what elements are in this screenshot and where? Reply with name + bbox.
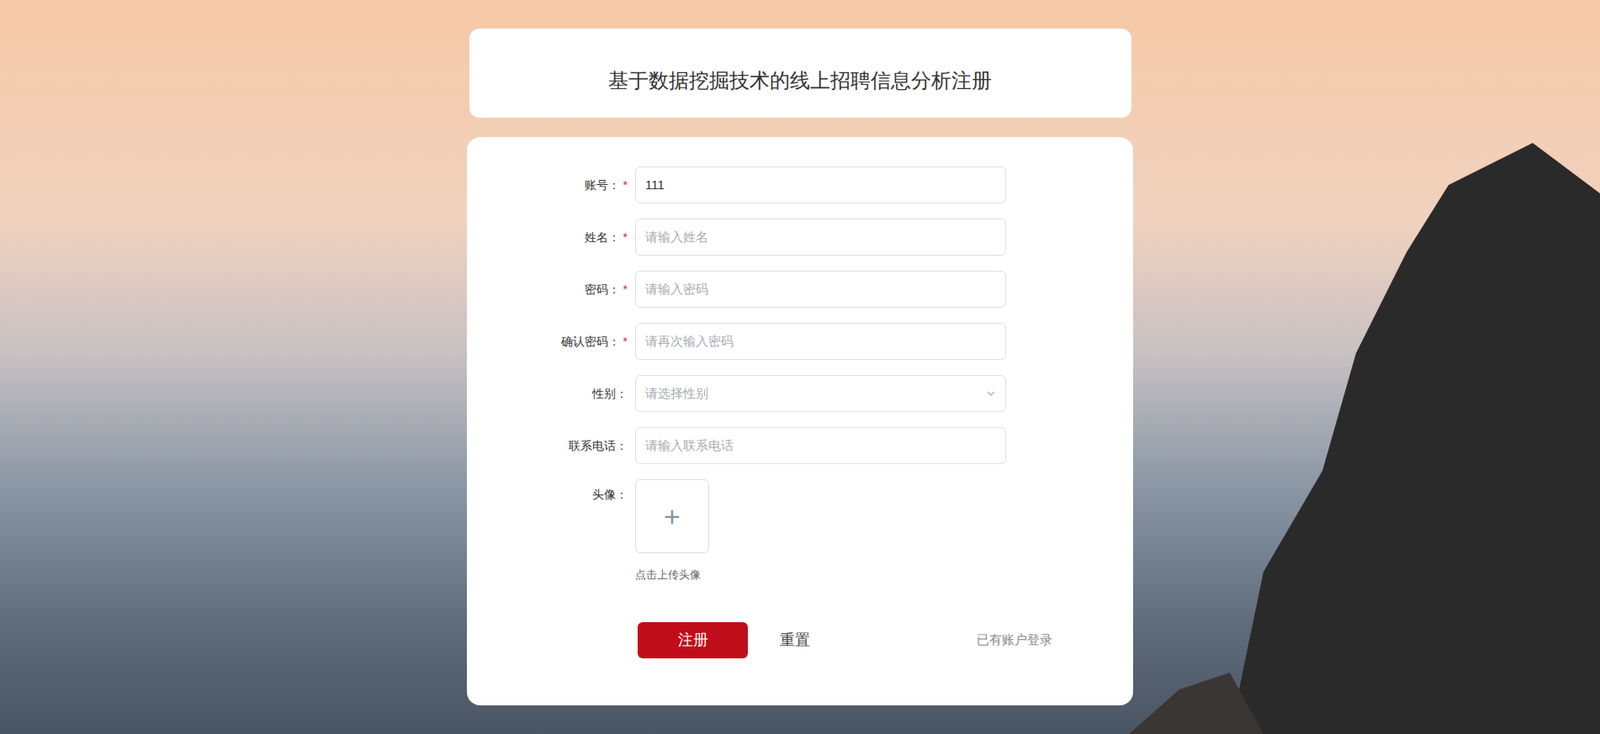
- field-label: 联系电话：: [466, 437, 636, 456]
- form-row: 确认密码：*: [466, 323, 1134, 361]
- field-label: 密码：*: [466, 280, 636, 299]
- text-input[interactable]: [635, 166, 1007, 204]
- avatar-upload[interactable]: +: [635, 479, 710, 554]
- page-title: 基于数据挖掘技术的线上招聘信息分析注册: [608, 65, 992, 96]
- field-label: 性别：: [466, 385, 636, 403]
- register-page: 基于数据挖掘技术的线上招聘信息分析注册账号：* 姓名：* 密码：* 确认密码：* 性别：…: [0, 0, 1600, 734]
- text-input[interactable]: [635, 427, 1007, 465]
- field-label: 账号：*: [466, 176, 636, 195]
- form-row: 账号：*: [466, 166, 1134, 204]
- form-row: 密码：*: [466, 270, 1134, 308]
- required-mark: *: [623, 282, 628, 297]
- text-input[interactable]: [635, 323, 1007, 361]
- field-label: 头像：: [466, 479, 636, 504]
- reset-button[interactable]: 重置: [773, 622, 817, 659]
- register-form-card: 账号：* 姓名：* 密码：* 确认密码：* 性别：请选择性别联系电话： 头像：+ 点击上传头…: [466, 137, 1134, 706]
- button-row: 注册重置 已有账户登录: [466, 622, 1134, 659]
- chevron-down-icon: [985, 388, 997, 399]
- required-mark: *: [623, 334, 628, 349]
- avatar-row: 头像：+ 点击上传头像: [466, 479, 1134, 584]
- avatar-hint: 点击上传头像: [635, 566, 710, 584]
- login-link[interactable]: 已有账户登录: [976, 630, 1053, 651]
- required-mark: *: [623, 230, 628, 244]
- text-input[interactable]: [635, 218, 1007, 256]
- header-card: 基于数据挖掘技术的线上招聘信息分析注册: [469, 28, 1132, 118]
- required-mark: *: [623, 178, 628, 192]
- background-rock-icon: [1128, 0, 1600, 734]
- form-row: 姓名：*: [466, 218, 1134, 256]
- field-label: 确认密码：*: [466, 333, 636, 351]
- register-button[interactable]: 注册: [637, 622, 748, 659]
- text-input[interactable]: [635, 270, 1007, 308]
- form-row: 联系电话：: [466, 427, 1134, 465]
- field-label: 姓名：*: [466, 228, 636, 247]
- gender-select[interactable]: 请选择性别: [635, 375, 1007, 413]
- form-row: 性别：请选择性别: [466, 375, 1134, 413]
